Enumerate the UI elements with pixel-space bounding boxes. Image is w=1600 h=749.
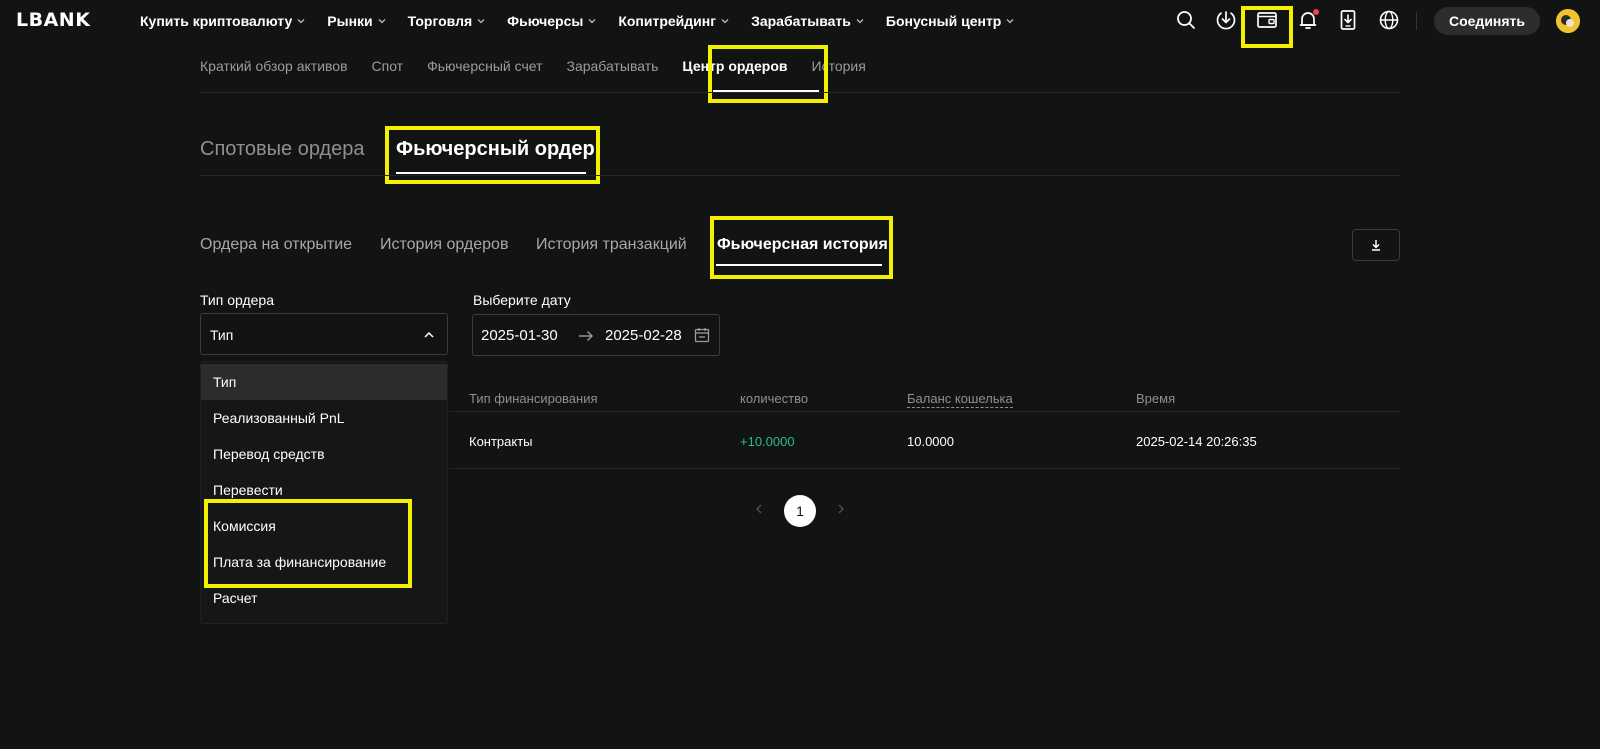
divider: [200, 92, 1400, 93]
connect-button[interactable]: Соединять: [1434, 7, 1540, 35]
nav-copy-trading[interactable]: Копитрейдинг: [618, 13, 730, 29]
col-funding-type: Тип финансирования: [469, 391, 598, 406]
tab-asset-overview[interactable]: Краткий обзор активов: [200, 58, 348, 74]
calendar-icon[interactable]: [694, 327, 710, 343]
search-icon[interactable]: [1174, 8, 1198, 32]
tab-spot[interactable]: Спот: [372, 58, 404, 74]
tab-spot-orders[interactable]: Спотовые ордера: [200, 138, 365, 161]
option-type[interactable]: Тип: [201, 364, 447, 400]
avatar[interactable]: [1556, 9, 1580, 33]
tab-futures-order[interactable]: Фьючерсный ордер: [396, 138, 595, 161]
nav-markets[interactable]: Рынки: [327, 13, 386, 29]
date-range-picker[interactable]: 2025-01-30 2025-02-28: [472, 314, 720, 356]
nav-label: Торговля: [407, 13, 473, 29]
chevron-down-icon: [378, 19, 386, 24]
order-type-label: Тип ордера: [200, 292, 275, 308]
divider: [449, 411, 1400, 412]
chevron-up-icon: [424, 331, 434, 338]
app-download-icon[interactable]: [1336, 8, 1360, 32]
chevron-down-icon: [588, 19, 596, 24]
header-divider: [1416, 12, 1417, 30]
active-tab-underline: [396, 172, 586, 174]
cell-time: 2025-02-14 20:26:35: [1136, 434, 1257, 449]
nav-buy-crypto[interactable]: Купить криптовалюту: [140, 13, 306, 29]
option-realized-pnl[interactable]: Реализованный PnL: [201, 400, 447, 436]
chevron-down-icon: [721, 19, 729, 24]
cell-quantity: +10.0000: [740, 434, 795, 449]
lbank-logo[interactable]: LBANK: [16, 9, 90, 31]
tab-history[interactable]: История: [812, 58, 866, 74]
option-transfer[interactable]: Перевести: [201, 472, 447, 508]
cell-wallet-balance: 10.0000: [907, 434, 954, 449]
col-quantity: количество: [740, 391, 809, 406]
page-number-current[interactable]: 1: [784, 495, 816, 527]
tab-futures-account[interactable]: Фьючерсный счет: [427, 58, 542, 74]
globe-icon[interactable]: [1377, 8, 1401, 32]
main-nav: Купить криптовалюту Рынки Торговля Фьюче…: [140, 0, 1015, 42]
active-tab-underline: [716, 264, 882, 266]
option-commission[interactable]: Комиссия: [201, 508, 447, 544]
divider: [449, 468, 1400, 469]
col-wallet-balance[interactable]: Баланс кошелька: [907, 391, 1013, 408]
tab-order-center[interactable]: Центр ордеров: [682, 58, 787, 74]
download-icon: [1372, 240, 1380, 251]
download-icon[interactable]: [1214, 8, 1238, 32]
tab-earn[interactable]: Зарабатывать: [566, 58, 658, 74]
nav-label: Зарабатывать: [751, 13, 851, 29]
nav-futures[interactable]: Фьючерсы: [507, 13, 597, 29]
nav-bonus-center[interactable]: Бонусный центр: [886, 13, 1015, 29]
nav-label: Купить криптовалюту: [140, 13, 293, 29]
date-label: Выберите дату: [473, 292, 571, 308]
chevron-down-icon: [1006, 19, 1014, 24]
col-time: Время: [1136, 391, 1176, 406]
chevron-down-icon: [856, 19, 864, 24]
nav-label: Бонусный центр: [885, 13, 1002, 29]
chevron-right-icon[interactable]: [834, 502, 848, 516]
divider: [200, 175, 1400, 176]
order-type-select[interactable]: Тип: [200, 313, 448, 355]
account-tabs: Краткий обзор активов Спот Фьючерсный сч…: [200, 58, 890, 74]
option-settlement[interactable]: Расчет: [201, 580, 447, 616]
nav-trade[interactable]: Торговля: [408, 13, 486, 29]
cell-funding-type: Контракты: [469, 434, 533, 449]
chevron-left-icon[interactable]: [752, 502, 766, 516]
nav-label: Фьючерсы: [507, 13, 584, 29]
chevron-down-icon: [297, 19, 305, 24]
date-from[interactable]: 2025-01-30: [481, 327, 558, 344]
tab-open-orders[interactable]: Ордера на открытие: [200, 236, 352, 254]
option-funding-fee[interactable]: Плата за финансирование: [201, 544, 447, 580]
tab-order-history[interactable]: История ордеров: [380, 236, 508, 254]
top-header: LBANK Купить криптовалюту Рынки Торговля…: [0, 0, 1600, 48]
notification-dot: [1313, 9, 1319, 15]
order-center-highlight-box: [708, 45, 828, 103]
tab-futures-history[interactable]: Фьючерсная история: [717, 236, 888, 254]
nav-label: Рынки: [327, 13, 373, 29]
nav-earn[interactable]: Зарабатывать: [751, 13, 865, 29]
option-funds-transfer[interactable]: Перевод средств: [201, 436, 447, 472]
chevron-down-icon: [477, 19, 485, 24]
tab-transaction-history[interactable]: История транзакций: [536, 236, 687, 254]
order-type-dropdown: Тип Реализованный PnL Перевод средств Пе…: [200, 361, 448, 624]
arrow-right-icon: [579, 331, 593, 341]
order-type-value: Тип: [210, 327, 234, 343]
export-button[interactable]: [1352, 229, 1400, 261]
nav-label: Копитрейдинг: [618, 13, 717, 29]
wallet-icon[interactable]: [1255, 8, 1279, 32]
date-to[interactable]: 2025-02-28: [605, 327, 682, 344]
